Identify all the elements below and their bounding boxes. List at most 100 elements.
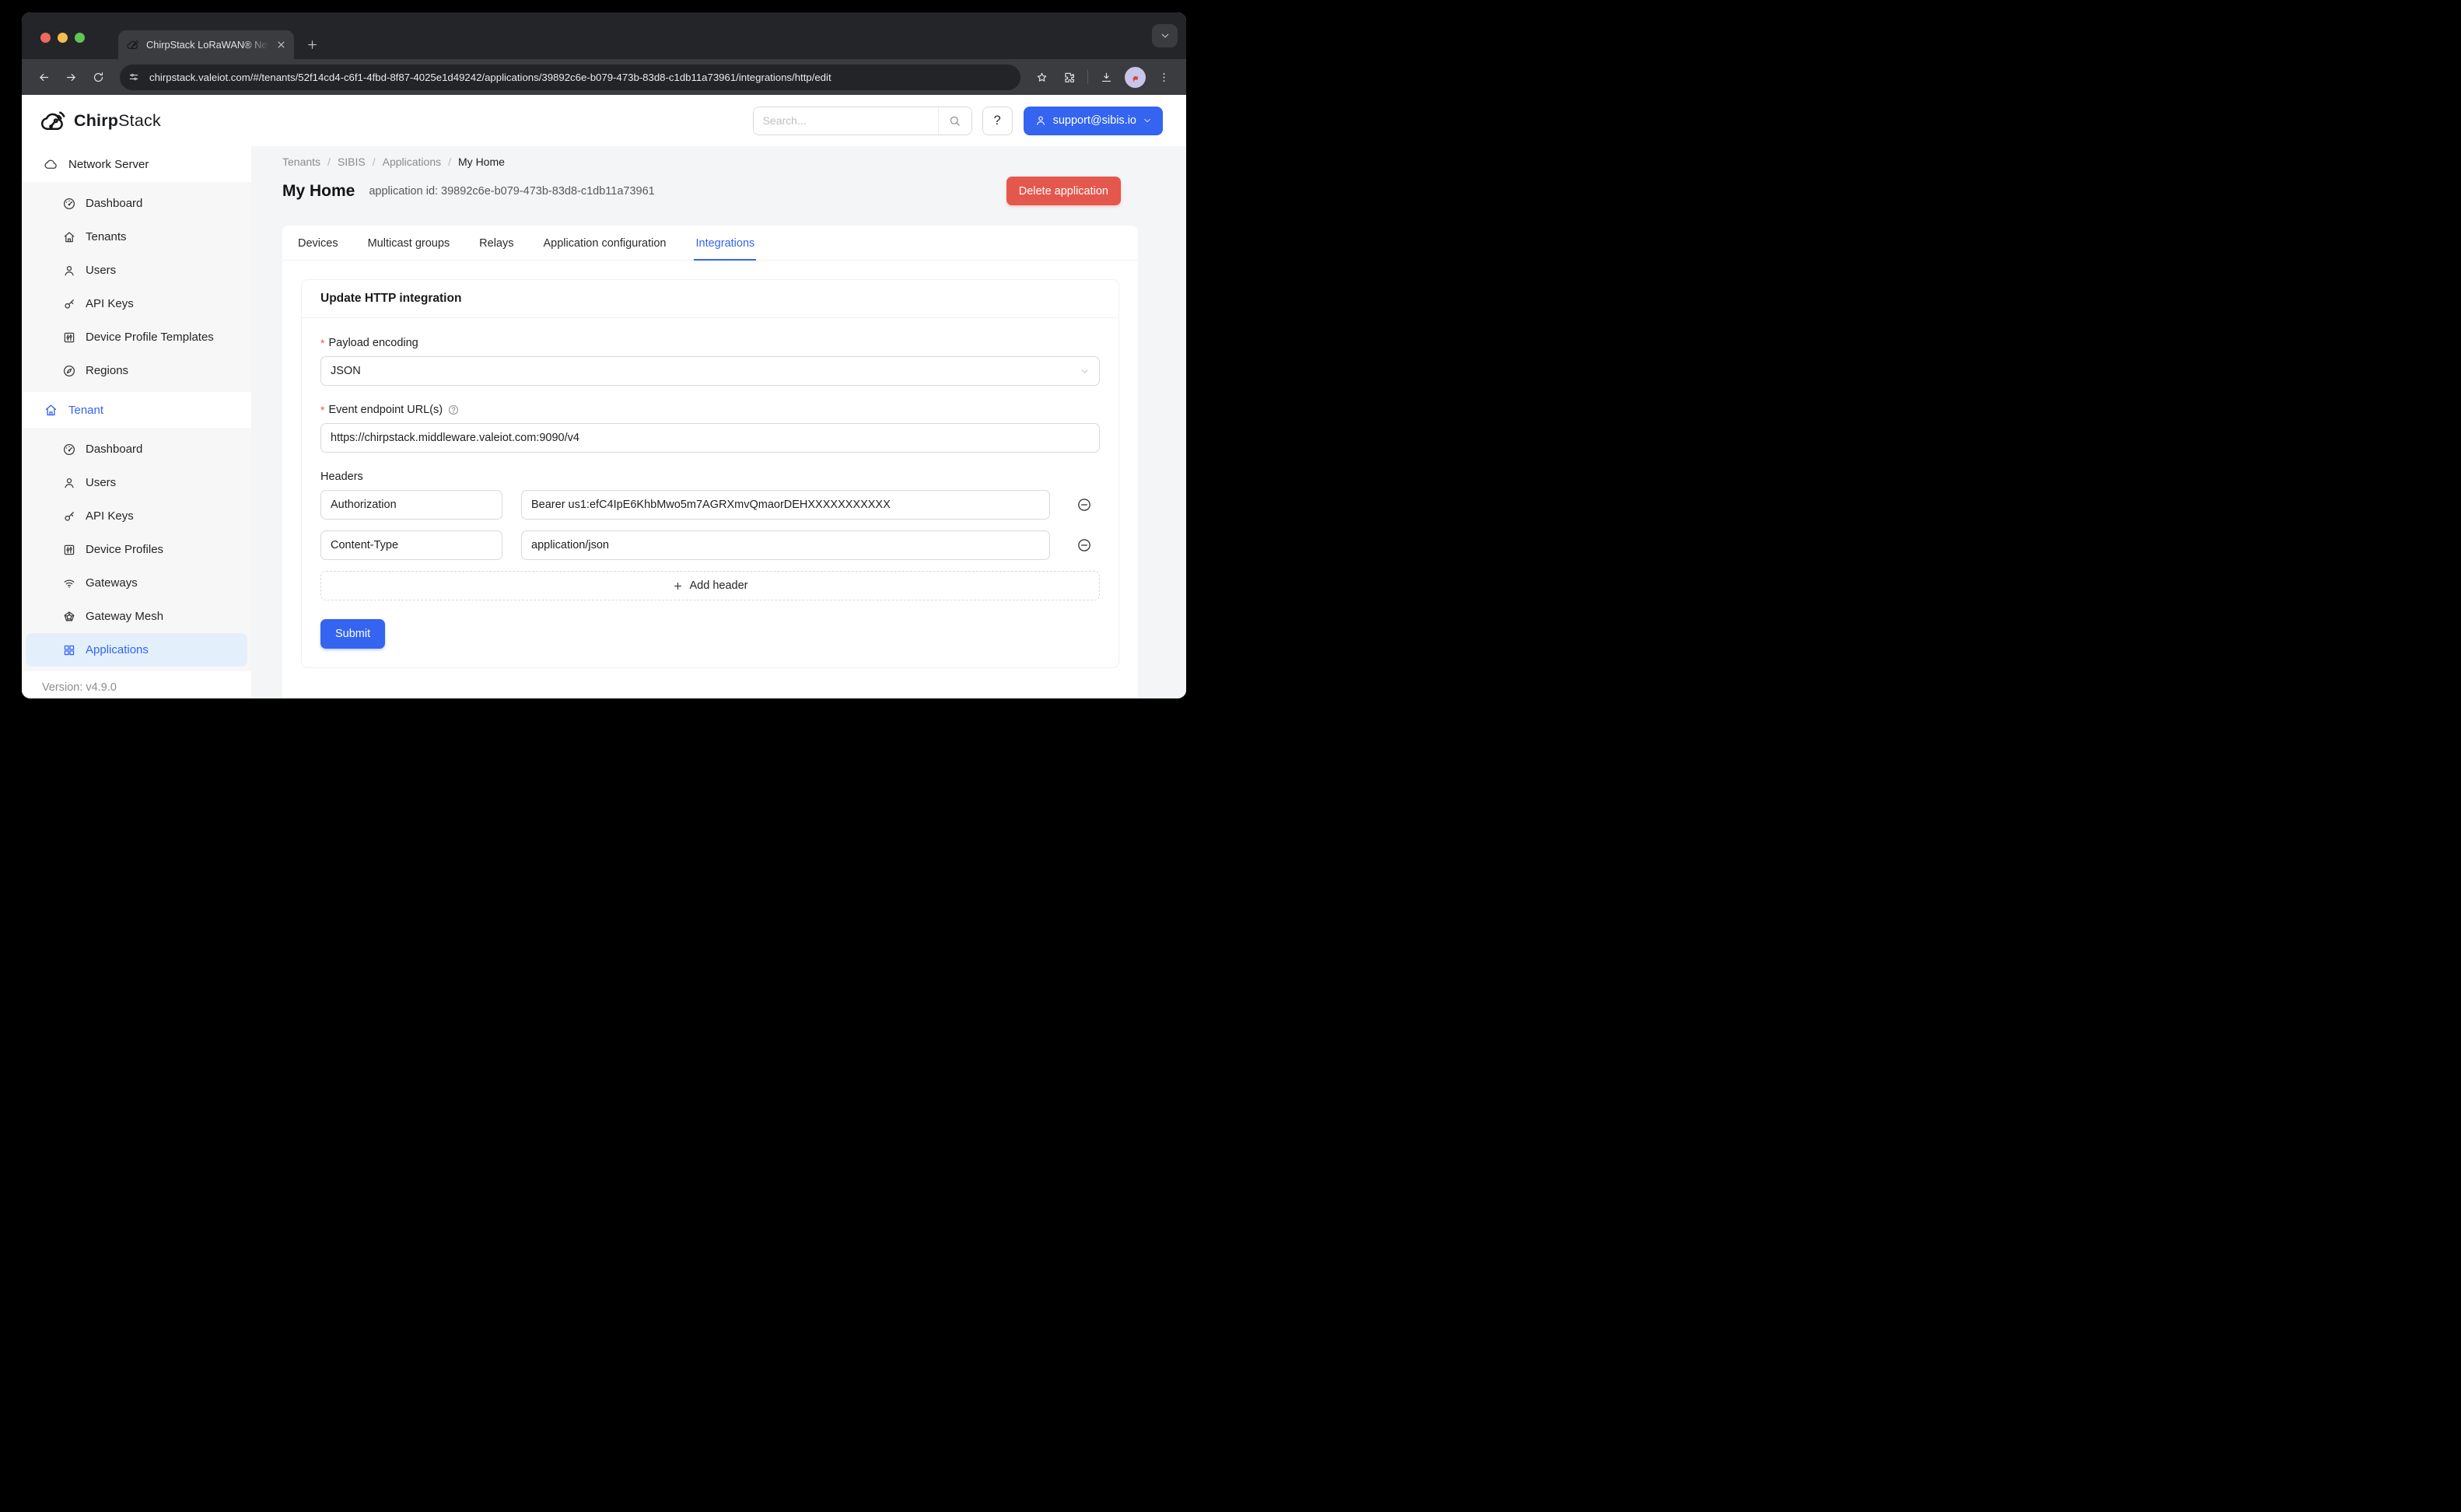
sidebar-item-label: Network Server <box>68 158 149 171</box>
page-title: My Home <box>282 182 355 201</box>
sidebar-item[interactable]: Device Profile Templates <box>26 320 247 354</box>
sidebar-item[interactable]: Dashboard <box>26 187 247 220</box>
address-bar[interactable]: chirpstack.valeiot.com/#/tenants/52f14cd… <box>120 65 1020 90</box>
browser-menu-button[interactable] <box>1152 65 1176 89</box>
url-text[interactable]: chirpstack.valeiot.com/#/tenants/52f14cd… <box>149 72 1013 83</box>
chirpstack-logo[interactable]: ChirpStack <box>40 107 161 135</box>
sidebar-item[interactable]: Dashboard <box>26 432 247 466</box>
tenant-menu: Dashboard Users API Keys Device Profiles… <box>22 428 251 671</box>
close-window-button[interactable] <box>40 33 51 43</box>
tab-item[interactable]: Integrations <box>694 226 756 260</box>
sidebar-item-label: Tenant <box>68 404 103 417</box>
header-value-input[interactable] <box>521 490 1050 520</box>
endpoint-label: Event endpoint URL(s) <box>320 404 1100 416</box>
payload-encoding-select[interactable]: JSON <box>320 356 1100 386</box>
bookmark-button[interactable] <box>1030 65 1054 89</box>
payload-encoding-value: JSON <box>331 365 361 377</box>
tab-item[interactable]: Devices <box>296 226 340 260</box>
compass-icon <box>62 364 76 378</box>
tab-close-icon[interactable] <box>275 39 287 51</box>
sliders-icon <box>62 543 76 557</box>
sidebar-item[interactable]: Applications <box>26 633 247 667</box>
sidebar-item-label: Device Profiles <box>86 543 163 556</box>
sidebar-item-label: Users <box>86 476 116 489</box>
sidebar-item[interactable]: Device Profiles <box>26 533 247 566</box>
account-email: support@sibis.io <box>1053 114 1136 127</box>
tab-item[interactable]: Relays <box>478 226 515 260</box>
help-button[interactable]: ? <box>982 107 1013 135</box>
grid-icon <box>62 643 76 657</box>
sidebar-item[interactable]: Tenants <box>26 220 247 254</box>
user-icon <box>62 476 76 490</box>
headers-list <box>320 490 1100 560</box>
payload-encoding-group: Payload encoding JSON <box>320 337 1100 386</box>
headers-label: Headers <box>320 471 1100 483</box>
reload-button[interactable] <box>86 65 110 89</box>
sidebar-item[interactable]: API Keys <box>26 287 247 320</box>
new-tab-button[interactable] <box>301 33 323 55</box>
sliders-icon <box>62 331 76 345</box>
breadcrumb-item[interactable]: My Home <box>441 156 505 168</box>
endpoint-url-input[interactable] <box>320 423 1100 453</box>
sidebar-item-label: Applications <box>86 643 149 656</box>
header-key-input[interactable] <box>320 530 502 560</box>
sidebar-item-label: Users <box>86 264 116 277</box>
browser-tab-strip: ChirpStack LoRaWAN® Netwo <box>22 12 1186 59</box>
remove-header-button[interactable] <box>1069 497 1100 513</box>
breadcrumb-item[interactable]: SIBIS <box>320 156 366 168</box>
page-title-row: My Home application id: 39892c6e-b079-47… <box>282 177 1138 205</box>
extensions-button[interactable] <box>1057 65 1081 89</box>
browser-profile-avatar[interactable] <box>1125 67 1146 88</box>
sidebar-item[interactable]: Regions <box>26 354 247 387</box>
submit-button[interactable]: Submit <box>320 619 385 649</box>
tab-title: ChirpStack LoRaWAN® Netwo <box>146 39 269 51</box>
global-search <box>753 107 972 135</box>
application-id: application id: 39892c6e-b079-473b-83d8-… <box>369 185 654 198</box>
sidebar-item[interactable]: Gateways <box>26 566 247 600</box>
tab-search-button[interactable] <box>1152 24 1178 47</box>
tab-item[interactable]: Multicast groups <box>366 226 452 260</box>
sidebar-item-tenant[interactable]: Tenant <box>22 392 251 428</box>
breadcrumb-item[interactable]: Tenants <box>282 156 320 168</box>
reload-icon <box>92 71 105 84</box>
sidebar-item-network-server[interactable]: Network Server <box>22 146 251 182</box>
account-button[interactable]: support@sibis.io <box>1024 107 1163 135</box>
forward-button[interactable] <box>59 65 83 89</box>
back-icon <box>37 71 51 84</box>
sidebar-item-label: Dashboard <box>86 443 142 456</box>
minimize-window-button[interactable] <box>58 33 68 43</box>
header-value-input[interactable] <box>521 530 1050 560</box>
sidebar-item-label: Tenants <box>86 230 127 243</box>
downloads-button[interactable] <box>1094 65 1118 89</box>
remove-header-button[interactable] <box>1069 537 1100 553</box>
network-server-menu: Dashboard Tenants Users API Keys Device … <box>22 182 251 392</box>
brand-text: ChirpStack <box>74 111 161 131</box>
header-key-input[interactable] <box>320 490 502 520</box>
plus-icon <box>673 581 683 591</box>
breadcrumb-item[interactable]: Applications <box>366 156 441 168</box>
chevron-down-icon <box>1143 116 1152 125</box>
site-settings-button[interactable] <box>124 67 144 87</box>
main-content: TenantsSIBISApplicationsMy Home My Home … <box>251 146 1186 698</box>
sidebar-item[interactable]: Gateway Mesh <box>26 600 247 633</box>
zoom-window-button[interactable] <box>75 33 85 43</box>
question-circle-icon[interactable] <box>447 404 460 416</box>
forward-icon <box>65 71 78 84</box>
browser-tab[interactable]: ChirpStack LoRaWAN® Netwo <box>118 30 294 59</box>
search-button[interactable] <box>939 107 971 135</box>
endpoint-group: Event endpoint URL(s) <box>320 404 1100 453</box>
search-input[interactable] <box>754 107 938 135</box>
back-button[interactable] <box>32 65 56 89</box>
header-row <box>320 490 1100 520</box>
sidebar-item-label: Device Profile Templates <box>86 331 214 344</box>
sidebar-item[interactable]: Users <box>26 254 247 287</box>
add-header-button[interactable]: Add header <box>320 571 1100 600</box>
sidebar-item[interactable]: Users <box>26 466 247 499</box>
window-controls <box>40 33 85 43</box>
sidebar-item[interactable]: API Keys <box>26 499 247 533</box>
delete-application-button[interactable]: Delete application <box>1006 177 1121 205</box>
tab-item[interactable]: Application configuration <box>541 226 667 260</box>
user-icon <box>1034 114 1047 127</box>
download-icon <box>1100 71 1113 84</box>
star-icon <box>1035 71 1048 84</box>
